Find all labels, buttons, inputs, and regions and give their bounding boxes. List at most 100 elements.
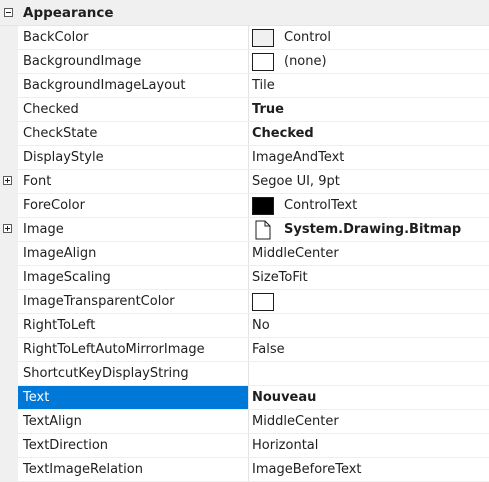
property-row-forecolor[interactable]: ForeColor ControlText bbox=[0, 194, 489, 218]
row-gutter bbox=[0, 266, 18, 289]
property-name[interactable]: Text bbox=[18, 386, 249, 409]
property-value[interactable]: ImageBeforeText bbox=[249, 458, 489, 481]
property-value[interactable]: SizeToFit bbox=[249, 266, 489, 289]
property-row-font[interactable]: Font Segoe UI, 9pt bbox=[0, 170, 489, 194]
property-value-text: Nouveau bbox=[252, 390, 317, 405]
property-row-checkstate[interactable]: CheckState Checked bbox=[0, 122, 489, 146]
property-row-displaystyle[interactable]: DisplayStyle ImageAndText bbox=[0, 146, 489, 170]
property-value[interactable]: (none) bbox=[249, 50, 489, 73]
category-appearance[interactable]: Appearance bbox=[0, 0, 489, 26]
property-row-shortcutkeydisplaystring[interactable]: ShortcutKeyDisplayString bbox=[0, 362, 489, 386]
row-gutter bbox=[0, 122, 18, 145]
property-value[interactable]: No bbox=[249, 314, 489, 337]
property-value-text: Checked bbox=[252, 126, 314, 141]
property-row-righttoleftautomirrorimage[interactable]: RightToLeftAutoMirrorImage False bbox=[0, 338, 489, 362]
category-label: Appearance bbox=[23, 4, 114, 21]
property-name[interactable]: ImageAlign bbox=[18, 242, 249, 265]
property-value-text: System.Drawing.Bitmap bbox=[284, 222, 462, 237]
property-value-text: Tile bbox=[252, 78, 275, 93]
property-value[interactable]: Horizontal bbox=[249, 434, 489, 457]
property-name[interactable]: ImageTransparentColor bbox=[18, 290, 249, 313]
property-row-backcolor[interactable]: BackColor Control bbox=[0, 26, 489, 50]
property-value[interactable]: Nouveau bbox=[249, 386, 489, 409]
row-gutter bbox=[0, 434, 18, 457]
property-value-text: No bbox=[252, 318, 270, 333]
property-row-textimagerelation[interactable]: TextImageRelation ImageBeforeText bbox=[0, 458, 489, 482]
property-name[interactable]: CheckState bbox=[18, 122, 249, 145]
row-gutter bbox=[0, 26, 18, 49]
row-gutter bbox=[0, 194, 18, 217]
property-value-text: Segoe UI, 9pt bbox=[252, 174, 340, 189]
property-grid: Appearance BackColor Control BackgroundIma… bbox=[0, 0, 489, 482]
property-name[interactable]: DisplayStyle bbox=[18, 146, 249, 169]
row-gutter bbox=[0, 290, 18, 313]
property-name[interactable]: Font bbox=[18, 170, 249, 193]
row-gutter bbox=[0, 362, 18, 385]
expand-plus-icon[interactable] bbox=[3, 224, 12, 233]
property-value-text: MiddleCenter bbox=[252, 414, 339, 429]
property-name[interactable]: TextAlign bbox=[18, 410, 249, 433]
property-name[interactable]: TextImageRelation bbox=[18, 458, 249, 481]
property-row-righttoleft[interactable]: RightToLeft No bbox=[0, 314, 489, 338]
property-name[interactable]: RightToLeftAutoMirrorImage bbox=[18, 338, 249, 361]
property-value[interactable]: ImageAndText bbox=[249, 146, 489, 169]
property-name[interactable]: BackgroundImageLayout bbox=[18, 74, 249, 97]
property-row-imagealign[interactable]: ImageAlign MiddleCenter bbox=[0, 242, 489, 266]
property-value[interactable]: True bbox=[249, 98, 489, 121]
property-name[interactable]: Image bbox=[18, 218, 249, 241]
property-row-backgroundimage[interactable]: BackgroundImage (none) bbox=[0, 50, 489, 74]
row-gutter bbox=[0, 386, 18, 409]
property-row-backgroundimagelayout[interactable]: BackgroundImageLayout Tile bbox=[0, 74, 489, 98]
property-name[interactable]: TextDirection bbox=[18, 434, 249, 457]
property-value[interactable]: Checked bbox=[249, 122, 489, 145]
row-gutter bbox=[0, 146, 18, 169]
property-value[interactable]: System.Drawing.Bitmap bbox=[249, 218, 489, 241]
property-value[interactable]: False bbox=[249, 338, 489, 361]
property-value[interactable]: MiddleCenter bbox=[249, 242, 489, 265]
color-swatch bbox=[252, 292, 274, 311]
property-value[interactable]: Tile bbox=[249, 74, 489, 97]
property-value[interactable]: Control bbox=[249, 26, 489, 49]
property-value[interactable]: MiddleCenter bbox=[249, 410, 489, 433]
bitmap-icon bbox=[252, 220, 274, 240]
property-value-text: Horizontal bbox=[252, 438, 319, 453]
property-value[interactable] bbox=[249, 362, 489, 385]
property-value-text: SizeToFit bbox=[252, 270, 308, 285]
row-gutter bbox=[0, 242, 18, 265]
property-value[interactable] bbox=[249, 290, 489, 313]
property-name[interactable]: ShortcutKeyDisplayString bbox=[18, 362, 249, 385]
property-name[interactable]: ImageScaling bbox=[18, 266, 249, 289]
property-name[interactable]: ForeColor bbox=[18, 194, 249, 217]
property-row-imagescaling[interactable]: ImageScaling SizeToFit bbox=[0, 266, 489, 290]
row-gutter bbox=[0, 314, 18, 337]
property-value-text: (none) bbox=[284, 54, 327, 69]
color-swatch bbox=[252, 196, 274, 215]
property-row-textalign[interactable]: TextAlign MiddleCenter bbox=[0, 410, 489, 434]
property-value[interactable]: Segoe UI, 9pt bbox=[249, 170, 489, 193]
property-name[interactable]: BackColor bbox=[18, 26, 249, 49]
color-swatch bbox=[252, 52, 274, 71]
property-row-text[interactable]: Text Nouveau bbox=[0, 386, 489, 410]
property-name[interactable]: Checked bbox=[18, 98, 249, 121]
row-gutter bbox=[0, 338, 18, 361]
property-row-imagetransparentcolor[interactable]: ImageTransparentColor bbox=[0, 290, 489, 314]
property-name[interactable]: RightToLeft bbox=[18, 314, 249, 337]
property-row-image[interactable]: Image System.Drawing.Bitmap bbox=[0, 218, 489, 242]
row-gutter bbox=[0, 410, 18, 433]
row-gutter bbox=[0, 458, 18, 481]
row-gutter bbox=[0, 74, 18, 97]
collapse-icon[interactable] bbox=[4, 8, 13, 17]
row-gutter bbox=[0, 170, 18, 193]
property-value-text: MiddleCenter bbox=[252, 246, 339, 261]
row-gutter bbox=[0, 218, 18, 241]
property-row-textdirection[interactable]: TextDirection Horizontal bbox=[0, 434, 489, 458]
property-value[interactable]: ControlText bbox=[249, 194, 489, 217]
row-gutter bbox=[0, 50, 18, 73]
property-rows: BackColor Control BackgroundImage (none) Bac… bbox=[0, 26, 489, 482]
property-row-checked[interactable]: Checked True bbox=[0, 98, 489, 122]
property-name[interactable]: BackgroundImage bbox=[18, 50, 249, 73]
property-value-text: True bbox=[252, 102, 284, 117]
property-value-text: Control bbox=[284, 30, 331, 45]
expand-plus-icon[interactable] bbox=[3, 176, 12, 185]
color-swatch bbox=[252, 28, 274, 47]
